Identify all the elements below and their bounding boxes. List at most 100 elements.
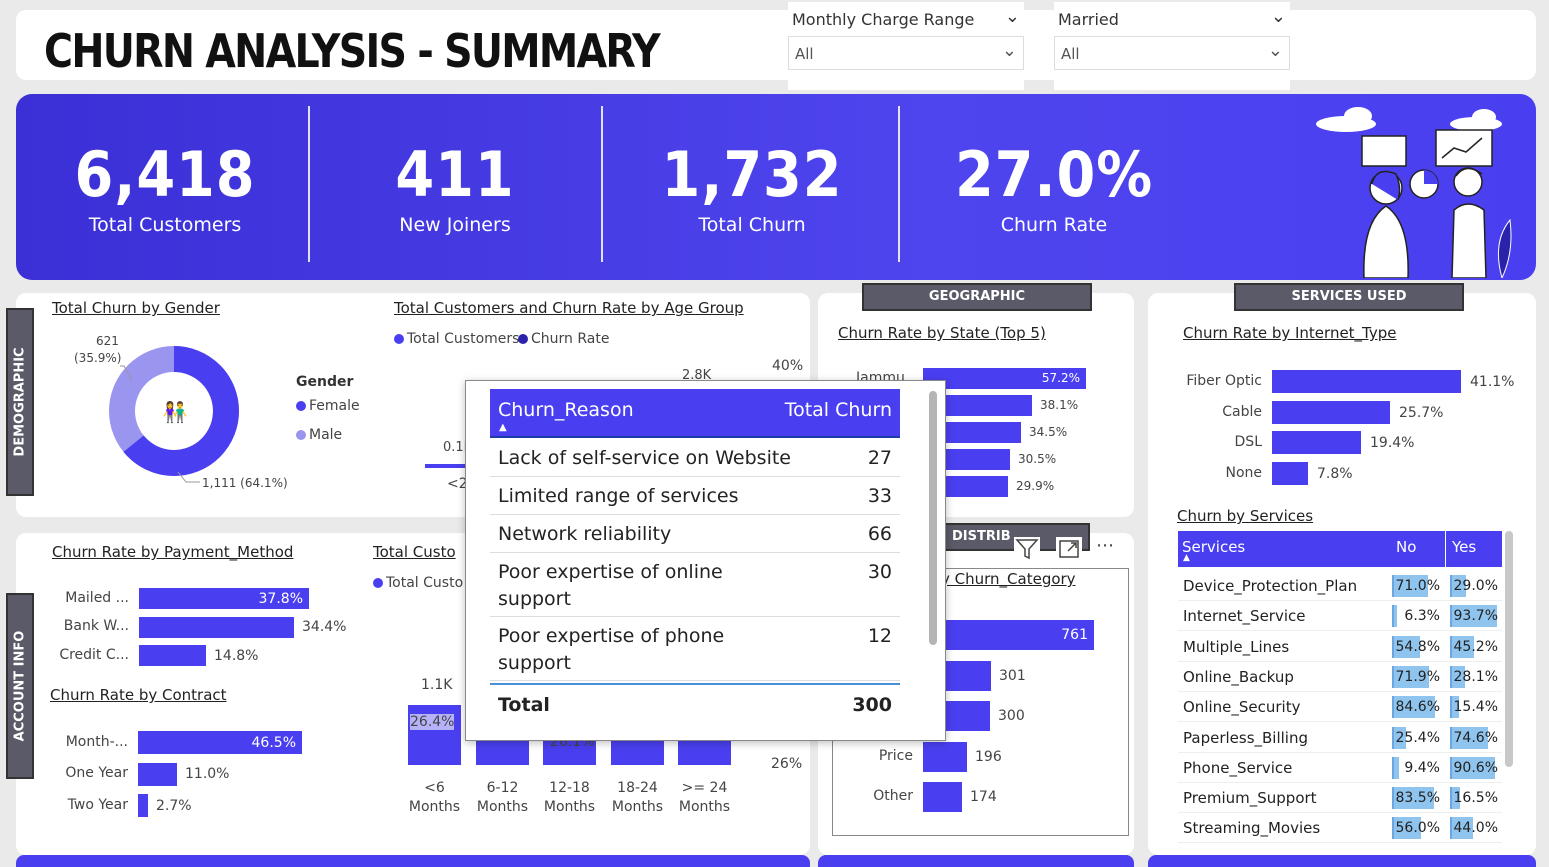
cell-value: 84.6% <box>1395 699 1440 716</box>
gender-legend-male[interactable]: Male <box>296 427 342 443</box>
service-name: Multiple_Lines <box>1183 637 1290 656</box>
category-label: Mailed ... <box>65 589 129 606</box>
tooltip-table-header: Churn_Reason ▲ Total Churn <box>490 389 900 438</box>
chevron-down-icon[interactable]: ⌄ <box>1271 6 1286 27</box>
conditional-fill <box>1394 605 1397 628</box>
service-name: Device_Protection_Plan <box>1183 577 1358 595</box>
bar-value-label: 34.5% <box>1029 424 1068 439</box>
sort-asc-icon[interactable]: ▲ <box>1183 553 1190 563</box>
no-cell: 83.5% <box>1392 787 1442 810</box>
cell-value: 9.4% <box>1404 759 1440 776</box>
table-row[interactable]: Premium_Support 83.5% 16.5% <box>1178 783 1502 814</box>
legend-label: Total Customers <box>407 331 520 347</box>
tenure-rate-label: 26.4% <box>410 714 455 730</box>
column-header-total-churn[interactable]: Total Churn <box>785 399 892 421</box>
more-options-icon[interactable]: ⋯ <box>1096 537 1124 561</box>
married-slicer[interactable]: Married ⌄ All ⌄ <box>1054 2 1290 90</box>
no-cell: 84.6% <box>1392 696 1442 719</box>
age-bar[interactable] <box>425 464 467 468</box>
legend-label: Churn Rate <box>531 331 610 347</box>
tenure-axis-right-label: 26% <box>771 756 803 772</box>
chevron-down-icon[interactable]: ⌄ <box>1268 40 1283 61</box>
table-row[interactable]: Device_Protection_Plan 71.0% 29.0% <box>1178 571 1502 601</box>
table-scrollbar[interactable] <box>1505 531 1513 767</box>
bar[interactable] <box>1272 461 1308 485</box>
bar[interactable] <box>1272 431 1361 454</box>
title-card: CHURN ANALYSIS - SUMMARY <box>16 10 1536 80</box>
tag-label: DEMOGRAPHIC <box>12 347 28 457</box>
table-row[interactable]: Multiple_Lines 54.8% 45.2% <box>1178 632 1502 662</box>
monthly-charge-slicer[interactable]: Monthly Charge Range ⌄ All ⌄ <box>788 2 1024 90</box>
chevron-down-icon[interactable]: ⌄ <box>1005 6 1020 27</box>
tooltip-row[interactable]: Poor expertise of phone support 12 <box>490 617 900 681</box>
kpi-total-churn: 1,732 Total Churn <box>607 144 897 237</box>
services-table-header: Services ▲ No Yes <box>1178 531 1502 567</box>
age-legend-rate[interactable]: Churn Rate <box>518 331 609 347</box>
gender-legend-female[interactable]: Female <box>296 398 360 414</box>
bar[interactable] <box>138 794 148 817</box>
page-title: CHURN ANALYSIS - SUMMARY <box>44 24 661 78</box>
column-header-churn-reason[interactable]: Churn_Reason <box>498 399 634 421</box>
bar-value-label: 30.5% <box>1018 451 1057 466</box>
bar[interactable] <box>139 616 294 638</box>
no-cell: 56.0% <box>1392 817 1442 840</box>
tenure-category-label: Months <box>476 799 529 815</box>
married-dropdown[interactable]: All ⌄ <box>1054 36 1290 70</box>
bar[interactable] <box>139 645 206 666</box>
table-row[interactable]: Online_Security 84.6% 15.4% <box>1178 692 1502 723</box>
bar-value-label: 11.0% <box>185 766 230 782</box>
table-row[interactable]: Internet_Service 6.3% 93.7% <box>1178 601 1502 632</box>
sort-asc-icon[interactable]: ▲ <box>499 422 507 433</box>
cell-value: 29.0% <box>1453 578 1498 594</box>
tenure-category-label: <6 <box>424 780 445 796</box>
kpi-value: 27.0% <box>954 138 1154 211</box>
table-row[interactable]: Streaming_Movies 56.0% 44.0% <box>1178 813 1502 844</box>
churn-reason: Limited range of services <box>498 485 739 507</box>
kpi-divider <box>898 106 900 262</box>
tooltip-row[interactable]: Limited range of services 33 <box>490 477 900 515</box>
churn-count: 30 <box>867 561 892 583</box>
table-row[interactable]: Online_Backup 71.9% 28.1% <box>1178 662 1502 692</box>
churn-reason: Poor expertise of online support <box>498 561 723 610</box>
bar-value-label: 37.8% <box>258 590 303 607</box>
tooltip-row[interactable]: Network reliability 66 <box>490 515 900 553</box>
geographic-tag: GEOGRAPHIC <box>862 283 1092 311</box>
gender-legend-title: Gender <box>296 374 354 390</box>
kpi-label: Total Customers <box>88 214 242 236</box>
cell-value: 56.0% <box>1395 820 1440 837</box>
column-header-no[interactable]: No <box>1396 538 1416 556</box>
age-legend-total[interactable]: Total Customers <box>394 331 519 347</box>
focus-mode-icon[interactable] <box>1056 537 1082 561</box>
tenure-category-label: 12-18 <box>549 780 590 796</box>
table-row[interactable]: Phone_Service 9.4% 90.6% <box>1178 753 1502 783</box>
chevron-down-icon[interactable]: ⌄ <box>1002 40 1017 61</box>
kpi-band: 6,418 Total Customers 411 New Joiners 1,… <box>16 94 1536 280</box>
bar[interactable] <box>138 762 177 786</box>
legend-dot <box>296 430 306 440</box>
services-used-tag: SERVICES USED <box>1234 283 1464 311</box>
tooltip-row[interactable]: Lack of self-service on Website 27 <box>490 439 900 477</box>
column-header-yes[interactable]: Yes <box>1452 538 1476 556</box>
bar-value-label: 2.7% <box>156 797 192 814</box>
monthly-charge-dropdown[interactable]: All ⌄ <box>788 36 1024 70</box>
tenure-legend-total[interactable]: Total Custo <box>373 575 463 591</box>
table-row[interactable]: Paperless_Billing 25.4% 74.6% <box>1178 723 1502 753</box>
no-cell: 25.4% <box>1392 726 1442 749</box>
bar[interactable] <box>923 741 967 772</box>
tenure-bar[interactable] <box>611 737 664 765</box>
no-cell: 71.9% <box>1392 665 1442 688</box>
bar[interactable] <box>1272 370 1461 393</box>
services-table-title: Churn by Services <box>1177 507 1314 525</box>
category-label: Fiber Optic <box>1186 373 1262 389</box>
tooltip-scrollbar[interactable] <box>929 391 937 645</box>
category-label: Two Year <box>67 796 128 813</box>
bar-value-label: 29.9% <box>1016 478 1055 493</box>
slicer-value: All <box>1061 45 1080 63</box>
bar[interactable] <box>923 782 962 812</box>
filter-icon[interactable] <box>1014 537 1040 561</box>
bar[interactable] <box>1272 400 1390 424</box>
bottom-strip <box>16 855 810 867</box>
service-name: Streaming_Movies <box>1183 819 1321 838</box>
tooltip-row[interactable]: Poor expertise of online support 30 <box>490 553 900 617</box>
column-header-services[interactable]: Services <box>1182 538 1245 556</box>
